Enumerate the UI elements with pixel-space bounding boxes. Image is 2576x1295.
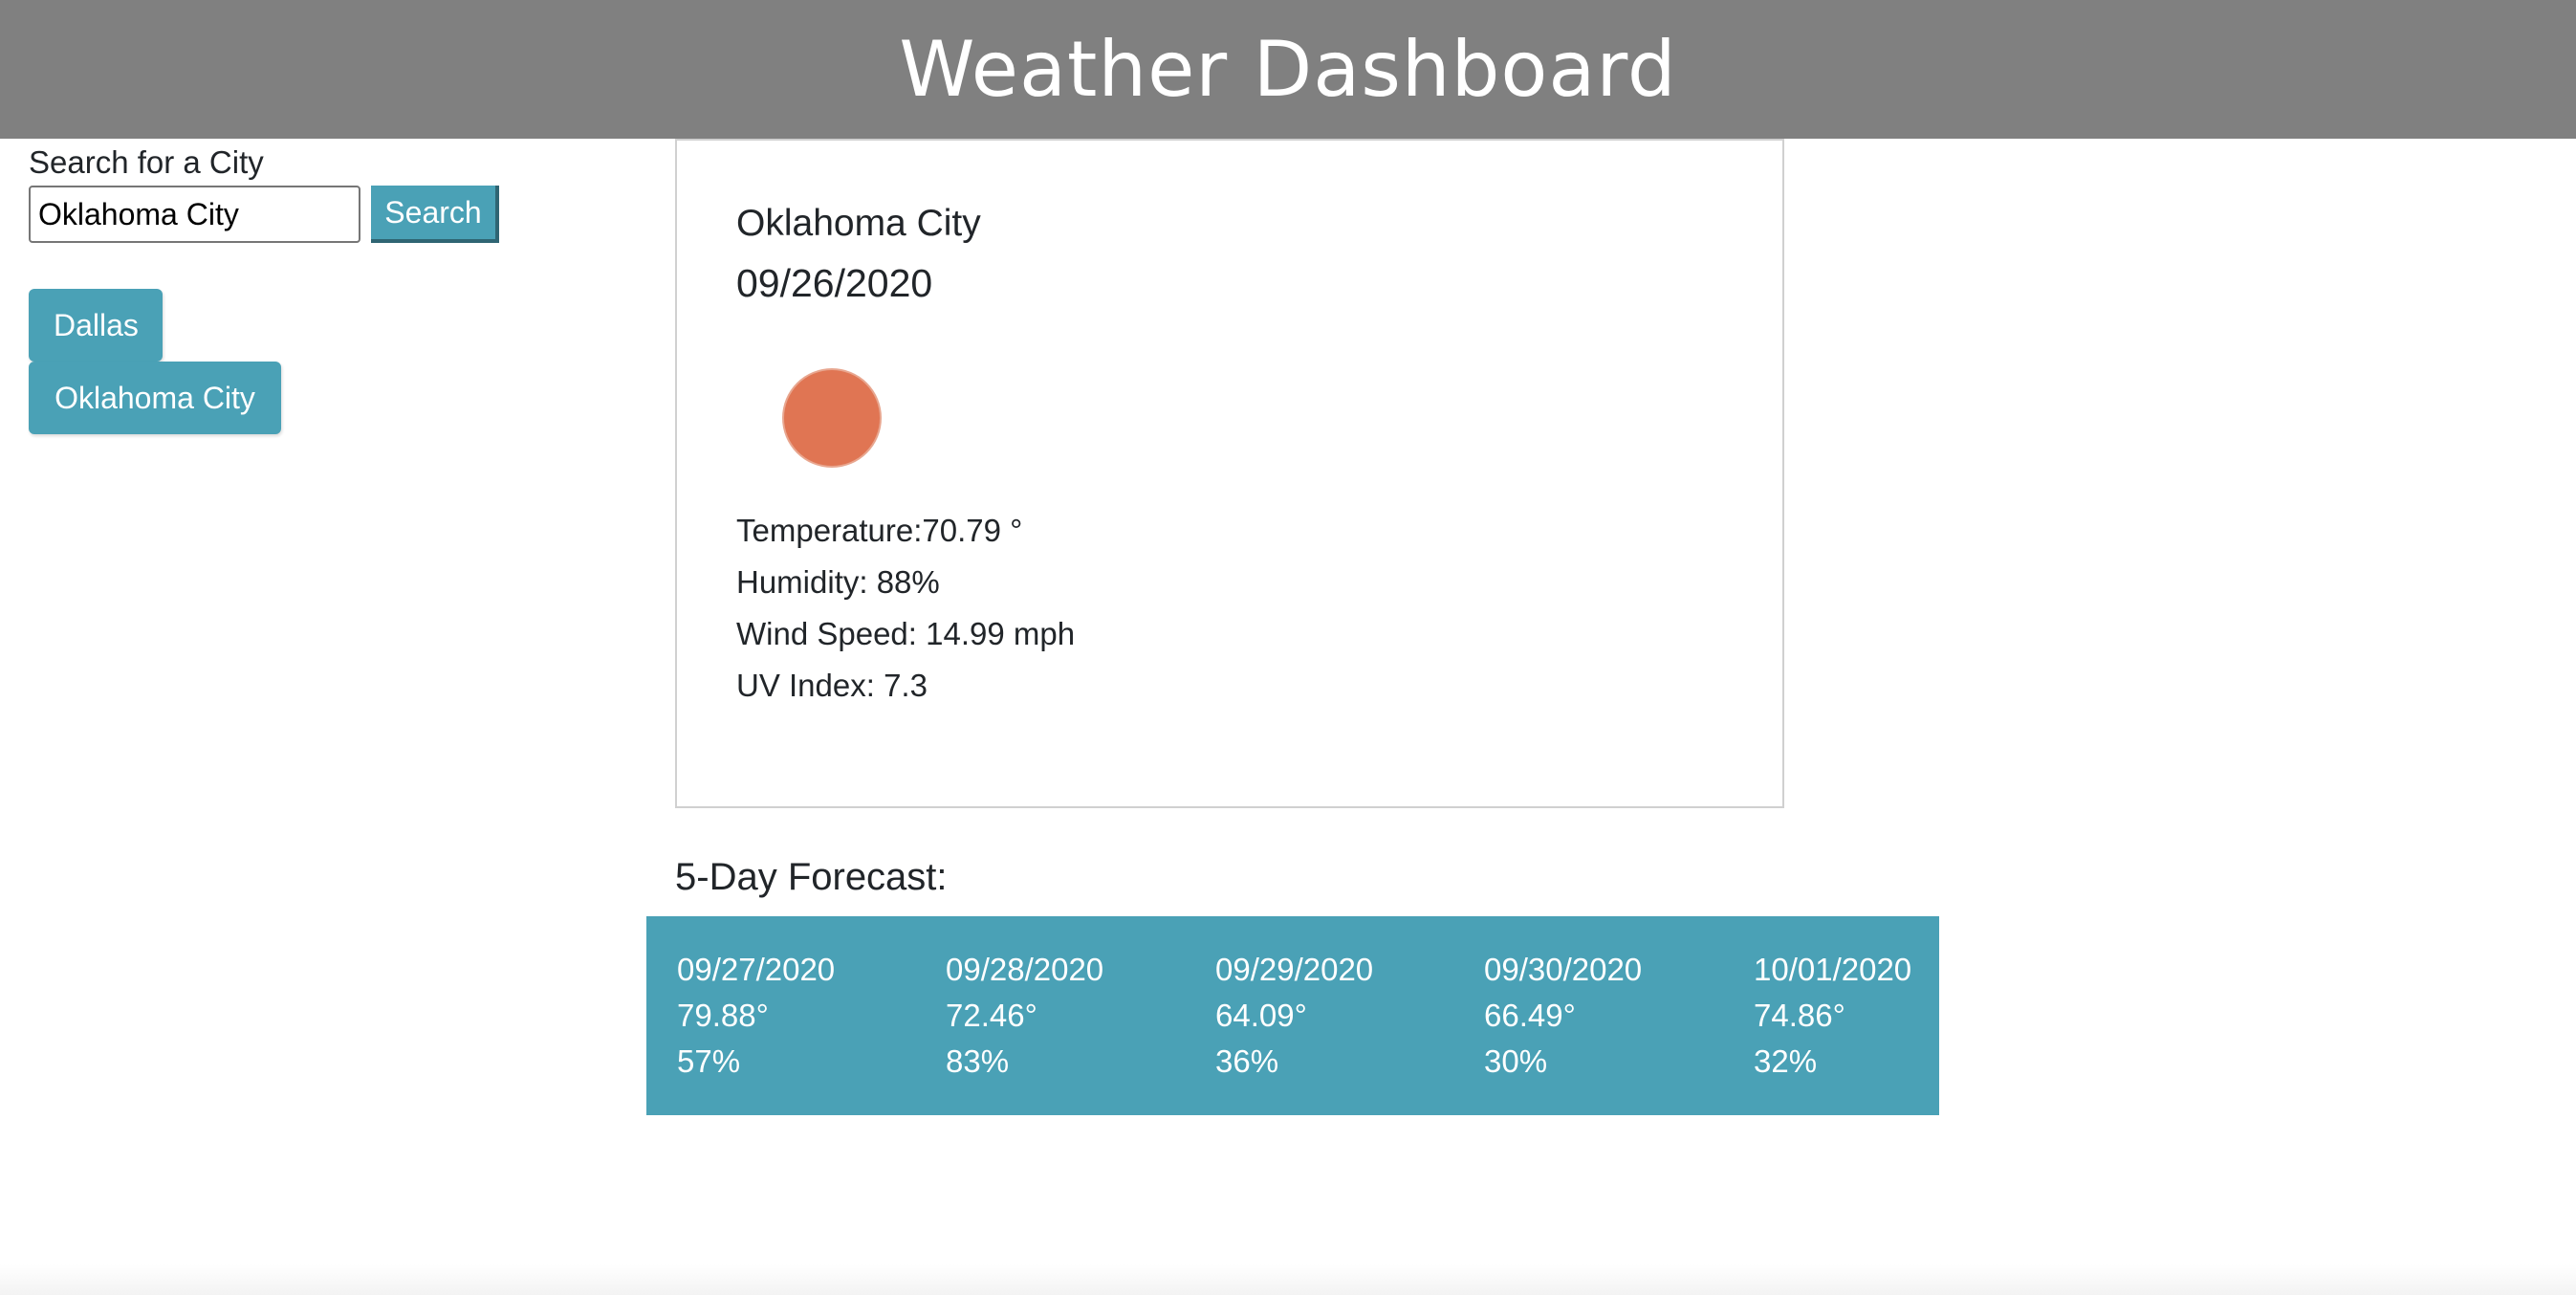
forecast-date: 09/27/2020 — [677, 952, 836, 987]
forecast-date: 09/28/2020 — [946, 952, 1104, 987]
weather-icon — [784, 370, 880, 466]
current-city-name: Oklahoma City — [736, 203, 981, 244]
city-search-input[interactable] — [29, 186, 360, 243]
forecast-day: 09/27/2020 79.88° 57% — [677, 947, 926, 1085]
forecast-humidity: 32% — [1754, 1043, 1818, 1079]
current-date: 09/26/2020 — [736, 261, 933, 305]
history-city-button-oklahoma-city[interactable]: Oklahoma City — [29, 362, 281, 434]
forecast-humidity: 30% — [1484, 1043, 1548, 1079]
forecast-strip: 09/27/2020 79.88° 57% 09/28/2020 72.46° … — [646, 916, 1939, 1115]
page-title: Weather Dashboard — [899, 25, 1677, 114]
uv-index-text: UV Index: 7.3 — [736, 668, 928, 703]
forecast-day: 09/28/2020 72.46° 83% — [946, 947, 1194, 1085]
forecast-humidity: 83% — [946, 1043, 1010, 1079]
forecast-day: 09/30/2020 66.49° 30% — [1484, 947, 1733, 1085]
forecast-day: 09/29/2020 64.09° 36% — [1215, 947, 1464, 1085]
search-label: Search for a City — [29, 144, 264, 180]
forecast-humidity: 57% — [677, 1043, 741, 1079]
forecast-temp: 72.46° — [946, 998, 1037, 1033]
history-city-button-dallas[interactable]: Dallas — [29, 289, 163, 362]
humidity-text: Humidity: 88% — [736, 564, 940, 600]
wind-speed-text: Wind Speed: 14.99 mph — [736, 616, 1076, 651]
forecast-temp: 79.88° — [677, 998, 769, 1033]
search-button[interactable]: Search — [371, 186, 499, 243]
page-bottom-edge — [0, 1264, 2576, 1295]
forecast-temp: 64.09° — [1215, 998, 1307, 1033]
forecast-temp: 74.86° — [1754, 998, 1845, 1033]
forecast-heading: 5-Day Forecast: — [675, 856, 948, 898]
current-weather-card: Oklahoma City 09/26/2020 Temperature:70.… — [675, 139, 1784, 808]
forecast-day: 10/01/2020 74.86° 32% — [1754, 947, 2002, 1085]
forecast-date: 09/30/2020 — [1484, 952, 1643, 987]
temperature-text: Temperature:70.79 ° — [736, 513, 1023, 548]
forecast-date: 09/29/2020 — [1215, 952, 1374, 987]
forecast-date: 10/01/2020 — [1754, 952, 1912, 987]
forecast-temp: 66.49° — [1484, 998, 1576, 1033]
page-header: Weather Dashboard — [0, 0, 2576, 139]
forecast-humidity: 36% — [1215, 1043, 1279, 1079]
